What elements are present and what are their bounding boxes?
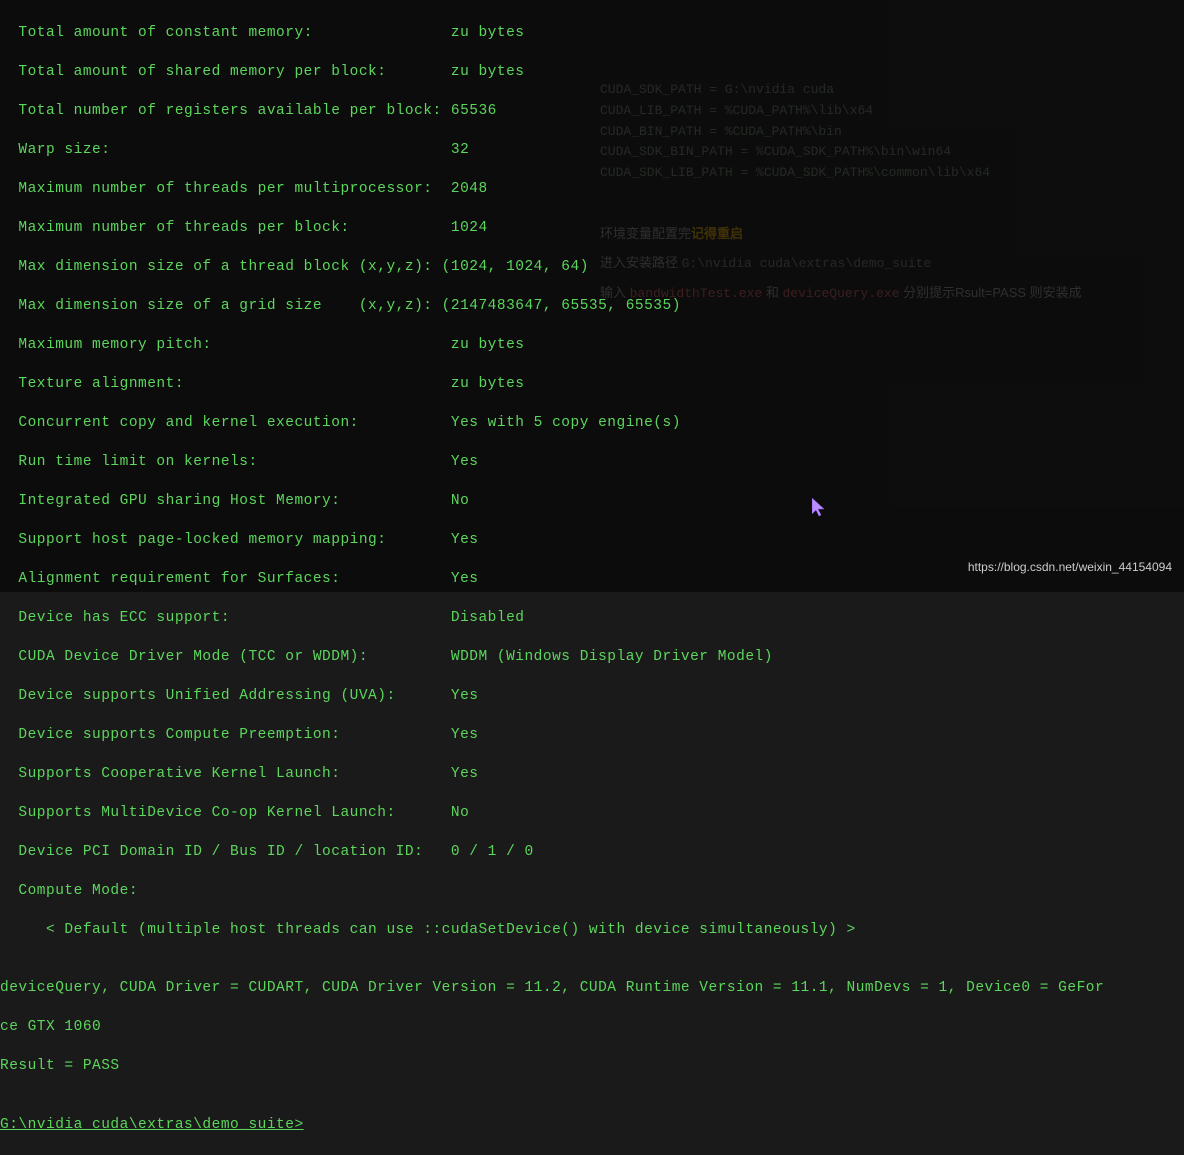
prompt-path: G:\nvidia cuda\extras\demo_suite> xyxy=(0,1117,304,1133)
terminal-output-line: Device supports Unified Addressing (UVA)… xyxy=(0,687,1184,707)
terminal-output-line: Device has ECC support: Disabled xyxy=(0,609,1184,629)
terminal-output-line: ce GTX 1060 xyxy=(0,1018,1184,1038)
terminal-output-line: < Default (multiple host threads can use… xyxy=(0,921,1184,941)
terminal-output-line: Concurrent copy and kernel execution: Ye… xyxy=(0,414,1184,434)
terminal-output-line: Device supports Compute Preemption: Yes xyxy=(0,726,1184,746)
terminal-output-line: Compute Mode: xyxy=(0,882,1184,902)
terminal-prompt[interactable]: G:\nvidia cuda\extras\demo_suite> xyxy=(0,1116,1184,1136)
terminal-output-line: Texture alignment: zu bytes xyxy=(0,375,1184,395)
terminal-output-line: Max dimension size of a grid size (x,y,z… xyxy=(0,297,1184,317)
terminal-output-line: Total number of registers available per … xyxy=(0,102,1184,122)
terminal-output-line: Max dimension size of a thread block (x,… xyxy=(0,258,1184,278)
terminal-output-line: deviceQuery, CUDA Driver = CUDART, CUDA … xyxy=(0,979,1184,999)
terminal-output-line: Supports Cooperative Kernel Launch: Yes xyxy=(0,765,1184,785)
terminal-output-line: Total amount of shared memory per block:… xyxy=(0,63,1184,83)
terminal-output-line: Maximum number of threads per multiproce… xyxy=(0,180,1184,200)
terminal-output-line: Maximum number of threads per block: 102… xyxy=(0,219,1184,239)
terminal-output-line: Supports MultiDevice Co-op Kernel Launch… xyxy=(0,804,1184,824)
terminal-result-line: Result = PASS xyxy=(0,1057,1184,1077)
terminal-output-line: Run time limit on kernels: Yes xyxy=(0,453,1184,473)
terminal-output-line: Maximum memory pitch: zu bytes xyxy=(0,336,1184,356)
terminal-output-line: Integrated GPU sharing Host Memory: No xyxy=(0,492,1184,512)
terminal-window[interactable]: Total amount of constant memory: zu byte… xyxy=(0,0,1184,592)
terminal-output-line: Device PCI Domain ID / Bus ID / location… xyxy=(0,843,1184,863)
terminal-output-line: Warp size: 32 xyxy=(0,141,1184,161)
terminal-output-line: Total amount of constant memory: zu byte… xyxy=(0,24,1184,44)
terminal-output-line: CUDA Device Driver Mode (TCC or WDDM): W… xyxy=(0,648,1184,668)
terminal-output-line: Support host page-locked memory mapping:… xyxy=(0,531,1184,551)
watermark-text: https://blog.csdn.net/weixin_44154094 xyxy=(968,560,1172,574)
